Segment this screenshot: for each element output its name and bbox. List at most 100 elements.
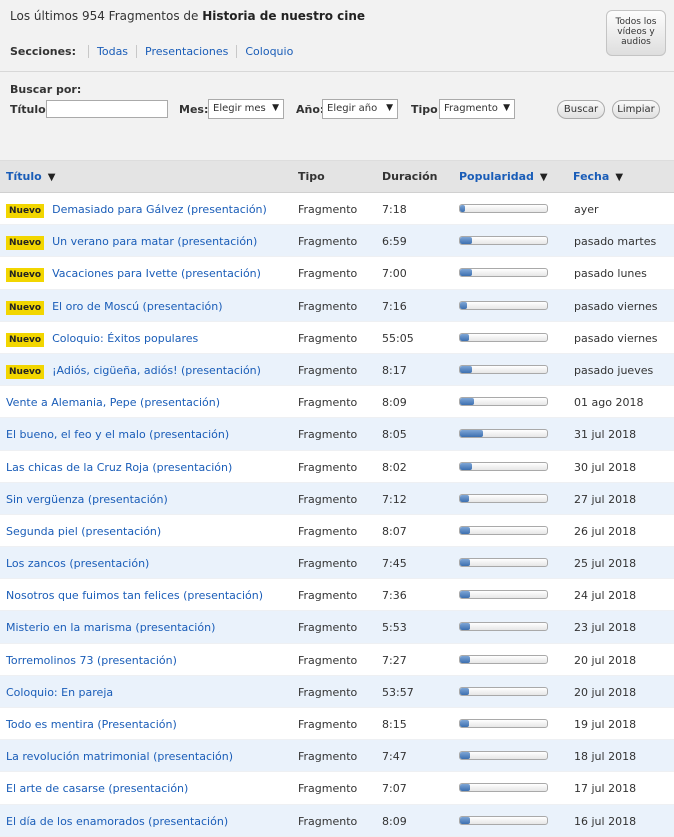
title-cell: Vente a Alemania, Pepe (presentación) <box>6 396 220 409</box>
fragment-title-link[interactable]: La revolución matrimonial (presentación) <box>6 750 233 763</box>
popularity-bar <box>459 590 548 600</box>
fragment-title-link[interactable]: El día de los enamorados (presentación) <box>6 815 228 828</box>
fragment-title-link[interactable]: Las chicas de la Cruz Roja (presentación… <box>6 461 232 474</box>
popularity-bar <box>459 461 548 471</box>
duration-cell: 7:47 <box>382 750 407 764</box>
date-cell: pasado viernes <box>574 331 658 345</box>
date-cell: 19 jul 2018 <box>574 718 637 731</box>
popularity-bar <box>459 525 548 535</box>
section-link-todas[interactable]: Todas <box>88 45 136 58</box>
date-cell: ayer <box>574 203 599 216</box>
popularity-bar <box>459 751 548 761</box>
title-cell: Torremolinos 73 (presentación) <box>6 654 177 667</box>
popularity-bar <box>459 654 548 664</box>
popularity-bar <box>459 300 548 310</box>
all-videos-audios-button[interactable]: Todos los vídeos y audios <box>606 10 666 56</box>
table-row: Segunda piel (presentación) Fragmento 8:07… <box>0 515 674 548</box>
fragment-title-link[interactable]: Vacaciones para Ivette (presentación) <box>52 267 261 280</box>
date-cell: 18 jul 2018 <box>574 750 637 764</box>
date-cell: 30 jul 2018 <box>574 460 637 474</box>
duration-cell: 8:05 <box>382 428 407 442</box>
title-search-input[interactable] <box>46 100 168 118</box>
duration-cell: 8:02 <box>382 460 407 474</box>
popularity-bar-fill <box>460 494 469 502</box>
clear-button[interactable]: Limpiar <box>612 100 660 119</box>
title-cell: El día de los enamorados (presentación) <box>6 815 228 828</box>
fragment-title-link[interactable]: Demasiado para Gálvez (presentación) <box>52 203 267 216</box>
year-select-value: Elegir año <box>327 103 378 114</box>
year-select[interactable]: Elegir año ▼ <box>322 99 398 119</box>
type-cell: Fragmento <box>298 718 358 731</box>
title-cell: La revolución matrimonial (presentación) <box>6 750 233 763</box>
fragment-title-link[interactable]: Coloquio: Éxitos populares <box>52 332 198 345</box>
section-link-presentaciones[interactable]: Presentaciones <box>136 45 236 58</box>
fragment-title-link[interactable]: Nosotros que fuimos tan felices (present… <box>6 589 263 602</box>
popularity-bar-fill <box>460 526 471 534</box>
type-cell: Fragmento <box>298 685 358 699</box>
title-cell: Nosotros que fuimos tan felices (present… <box>6 589 263 602</box>
fragment-title-link[interactable]: ¡Adiós, cigüeña, adiós! (presentación) <box>52 364 261 377</box>
title-cell: Las chicas de la Cruz Roja (presentación… <box>6 461 232 474</box>
type-cell: Fragmento <box>298 814 358 828</box>
type-cell: Fragmento <box>298 203 358 216</box>
title-cell: Misterio en la marisma (presentación) <box>6 621 215 634</box>
new-badge: Nuevo <box>6 236 45 251</box>
fragment-title-link[interactable]: Los zancos (presentación) <box>6 557 149 570</box>
type-cell: Fragmento <box>298 396 358 410</box>
type-cell: Fragmento <box>298 557 358 571</box>
chevron-down-icon: ▼ <box>503 103 510 113</box>
popularity-bar-fill <box>460 237 473 245</box>
popularity-bar-fill <box>460 333 469 341</box>
sections-nav: Secciones: Todas Presentaciones Coloquio <box>10 45 301 58</box>
sort-by-popularity[interactable]: Popularidad ▼ <box>459 170 548 183</box>
section-link-coloquio[interactable]: Coloquio <box>236 45 301 58</box>
type-cell: Fragmento <box>298 267 358 281</box>
title-cell: Nuevo Un verano para matar (presentación) <box>6 235 257 251</box>
fragment-title-link[interactable]: Vente a Alemania, Pepe (presentación) <box>6 396 220 409</box>
fragment-title-link[interactable]: El oro de Moscú (presentación) <box>52 300 222 313</box>
popularity-bar <box>459 364 548 374</box>
date-cell: 26 jul 2018 <box>574 524 637 538</box>
date-cell: 16 jul 2018 <box>574 814 637 828</box>
duration-cell: 8:17 <box>382 363 407 377</box>
table-row: La revolución matrimonial (presentación)… <box>0 740 674 773</box>
title-cell: Nuevo El oro de Moscú (presentación) <box>6 300 223 315</box>
title-cell: Segunda piel (presentación) <box>6 525 161 538</box>
sort-by-date[interactable]: Fecha ▼ <box>573 170 623 183</box>
date-cell: 20 jul 2018 <box>574 653 637 667</box>
title-cell: Todo es mentira (Presentación) <box>6 718 177 731</box>
popularity-bar <box>459 332 548 342</box>
duration-cell: 8:09 <box>382 814 407 828</box>
date-cell: 20 jul 2018 <box>574 685 637 699</box>
fragment-title-link[interactable]: Todo es mentira (Presentación) <box>6 718 177 731</box>
type-cell: Fragmento <box>298 750 358 764</box>
table-row: Nosotros que fuimos tan felices (present… <box>0 579 674 612</box>
date-cell: 31 jul 2018 <box>574 428 637 442</box>
chevron-down-icon: ▼ <box>386 103 393 113</box>
column-header-popularity: Popularidad <box>459 170 534 183</box>
title-cell: Nuevo Coloquio: Éxitos populares <box>6 332 198 347</box>
fragment-title-link[interactable]: Misterio en la marisma (presentación) <box>6 621 215 634</box>
duration-cell: 6:59 <box>382 235 407 249</box>
date-cell: pasado martes <box>574 235 657 249</box>
new-badge: Nuevo <box>6 204 45 218</box>
fragment-title-link[interactable]: El arte de casarse (presentación) <box>6 782 188 795</box>
fragment-title-link[interactable]: El bueno, el feo y el malo (presentación… <box>6 428 229 441</box>
date-cell: pasado viernes <box>574 299 658 313</box>
type-select[interactable]: Fragmento ▼ <box>439 99 515 119</box>
fragment-title-link[interactable]: Segunda piel (presentación) <box>6 525 161 538</box>
column-header-duration: Duración <box>382 170 438 183</box>
title-cell: El bueno, el feo y el malo (presentación… <box>6 428 229 441</box>
duration-cell: 55:05 <box>382 331 414 345</box>
date-cell: pasado jueves <box>574 363 654 377</box>
fragment-title-link[interactable]: Un verano para matar (presentación) <box>52 235 257 248</box>
fragment-title-link[interactable]: Coloquio: En pareja <box>6 686 113 699</box>
popularity-bar-fill <box>460 816 471 824</box>
search-button[interactable]: Buscar <box>557 100 605 119</box>
fragment-title-link[interactable]: Torremolinos 73 (presentación) <box>6 654 177 667</box>
month-select[interactable]: Elegir mes ▼ <box>208 99 284 119</box>
new-badge: Nuevo <box>6 300 45 315</box>
sort-by-title[interactable]: Título ▼ <box>6 170 55 183</box>
fragment-title-link[interactable]: Sin vergüenza (presentación) <box>6 493 168 506</box>
duration-cell: 8:09 <box>382 396 407 410</box>
